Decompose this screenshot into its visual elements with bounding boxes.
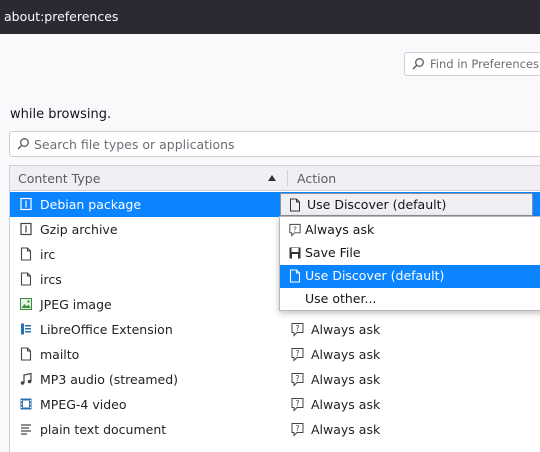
content-type-label: JPEG image (40, 297, 112, 312)
save-icon (289, 247, 301, 259)
video-icon (20, 398, 32, 410)
extension-icon (21, 323, 31, 335)
ask-icon: ? (291, 398, 304, 412)
applications-intro-text: while browsing. (10, 107, 112, 122)
column-header-content-type[interactable]: Content Type (18, 171, 100, 186)
action-label[interactable]: Always ask (311, 397, 380, 412)
filter-file-types-input[interactable]: Search file types or applications (9, 131, 540, 157)
search-icon (412, 58, 424, 70)
content-type-label: MPEG-4 video (40, 397, 127, 412)
menu-item-save-file[interactable]: Save File (280, 242, 540, 265)
menu-item-use-discover[interactable]: Use Discover (default) (280, 265, 540, 288)
action-label[interactable]: Always ask (311, 372, 380, 387)
find-in-preferences-input[interactable]: Find in Preferences (404, 52, 540, 76)
content-type-label: MP3 audio (streamed) (40, 372, 179, 387)
document-icon (289, 269, 301, 283)
table-row[interactable]: plain text document ? Always ask (10, 417, 540, 442)
content-type-label: plain text document (40, 422, 167, 437)
svg-text:?: ? (295, 374, 299, 383)
ask-icon: ? (291, 373, 304, 387)
ask-icon: ? (289, 223, 301, 237)
package-icon (20, 197, 32, 211)
menu-item-label: Use Discover (default) (305, 268, 445, 283)
ask-icon: ? (291, 348, 304, 362)
menu-item-use-other[interactable]: Use other... (280, 288, 540, 311)
search-icon (17, 138, 29, 150)
action-dropdown-menu: ? Always ask Save File Use Discover (def… (279, 216, 540, 311)
menu-item-label: Always ask (305, 222, 375, 237)
music-icon (20, 372, 32, 385)
document-icon (20, 247, 32, 261)
menu-item-label: Use other... (305, 291, 377, 306)
svg-text:?: ? (295, 399, 299, 408)
content-type-label: ircs (40, 272, 62, 287)
find-placeholder: Find in Preferences (430, 57, 539, 71)
table-row[interactable]: MP3 audio (streamed) ? Always ask (10, 367, 540, 392)
content-type-label: LibreOffice Extension (40, 322, 173, 337)
document-icon (290, 198, 300, 212)
column-header-action[interactable]: Action (297, 171, 336, 186)
table-row[interactable]: mailto ? Always ask (10, 342, 540, 367)
action-select[interactable]: Use Discover (default) (280, 193, 540, 216)
table-row[interactable]: LibreOffice Extension ? Always ask (10, 317, 540, 342)
content-type-label: Debian package (40, 197, 142, 212)
table-row[interactable]: Debian package Use Discover (default) (10, 192, 540, 217)
window-titlebar: about:preferences (0, 0, 540, 34)
action-label[interactable]: Always ask (311, 322, 380, 337)
content-type-label: irc (40, 247, 56, 262)
table-header: Content Type Action (10, 166, 540, 191)
document-icon (20, 272, 32, 286)
content-type-label: Gzip archive (40, 222, 118, 237)
filter-placeholder: Search file types or applications (34, 136, 235, 152)
archive-icon (20, 222, 32, 236)
table-row[interactable]: MPEG-4 video ? Always ask (10, 392, 540, 417)
menu-item-label: Save File (305, 245, 361, 260)
menu-item-always-ask[interactable]: ? Always ask (280, 219, 540, 242)
ask-icon: ? (291, 423, 304, 437)
content-type-label: mailto (40, 347, 80, 362)
text-icon (21, 424, 31, 435)
action-select-value: Use Discover (default) (307, 197, 447, 212)
window-title: about:preferences (4, 9, 119, 24)
ask-icon: ? (291, 323, 304, 337)
image-icon (20, 298, 32, 310)
column-divider[interactable] (287, 170, 288, 186)
action-label[interactable]: Always ask (311, 347, 380, 362)
sort-ascending-icon (268, 175, 276, 181)
document-icon (20, 347, 32, 361)
svg-text:?: ? (295, 349, 299, 358)
svg-text:?: ? (293, 224, 297, 233)
svg-text:?: ? (295, 424, 299, 433)
action-label[interactable]: Always ask (311, 422, 380, 437)
svg-text:?: ? (295, 324, 299, 333)
